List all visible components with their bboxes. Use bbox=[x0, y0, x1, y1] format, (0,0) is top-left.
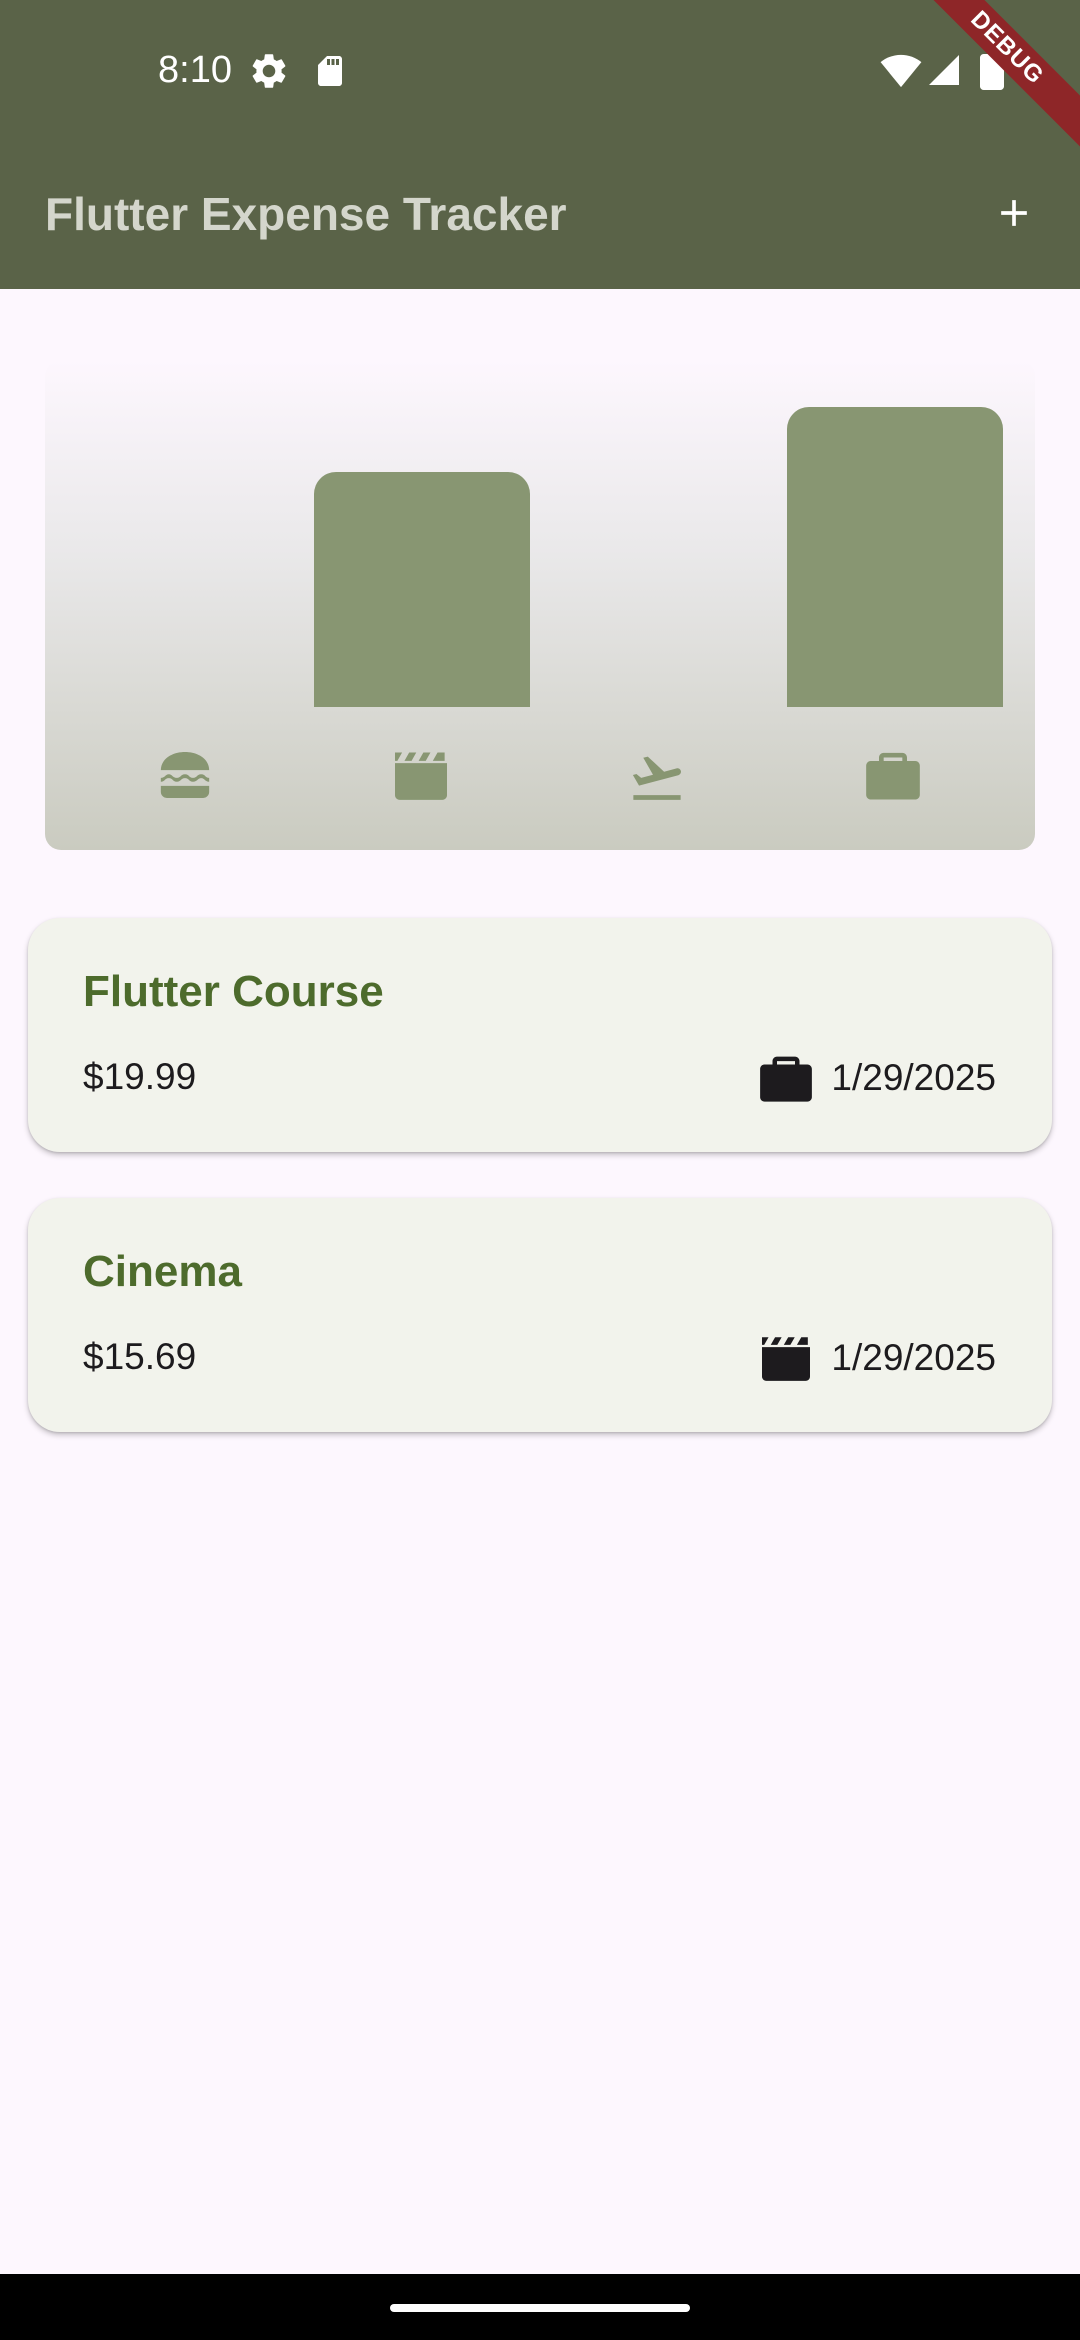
app-bar: 8:10 DEBUG Flutter Expense Tracker bbox=[0, 0, 1080, 289]
clapperboard-icon bbox=[391, 745, 451, 805]
work-icon bbox=[863, 745, 923, 805]
chart-bar-work bbox=[787, 407, 1003, 707]
expense-card[interactable]: Cinema $15.69 1/29/2025 bbox=[28, 1198, 1052, 1432]
flight-takeoff-icon bbox=[627, 745, 687, 805]
expense-meta: 1/29/2025 bbox=[759, 1051, 996, 1105]
expense-meta: 1/29/2025 bbox=[759, 1331, 996, 1385]
signal-icon bbox=[926, 52, 962, 93]
app-title: Flutter Expense Tracker bbox=[45, 188, 567, 240]
chart-bar-leisure bbox=[314, 472, 530, 707]
work-icon bbox=[760, 1056, 813, 1102]
expense-amount: $15.69 bbox=[83, 1336, 197, 1377]
add-icon bbox=[1001, 200, 1027, 226]
home-gesture-handle[interactable] bbox=[390, 2304, 690, 2312]
expense-date: 1/29/2025 bbox=[831, 1337, 996, 1378]
clapperboard-icon bbox=[762, 1337, 811, 1381]
expense-card[interactable]: Flutter Course $19.99 1/29/2025 bbox=[28, 918, 1052, 1152]
wifi-icon bbox=[880, 54, 922, 93]
expense-title: Cinema bbox=[83, 1247, 242, 1296]
sd-card-icon bbox=[312, 52, 348, 95]
burger-icon bbox=[155, 745, 215, 805]
settings-icon bbox=[248, 50, 290, 97]
add-expense-button[interactable] bbox=[984, 178, 1044, 248]
chart-plot-area bbox=[45, 360, 1035, 707]
expense-chart bbox=[45, 360, 1035, 850]
status-time: 8:10 bbox=[158, 49, 232, 91]
expense-title: Flutter Course bbox=[83, 967, 384, 1016]
expense-date: 1/29/2025 bbox=[831, 1057, 996, 1098]
expense-amount: $19.99 bbox=[83, 1056, 197, 1097]
